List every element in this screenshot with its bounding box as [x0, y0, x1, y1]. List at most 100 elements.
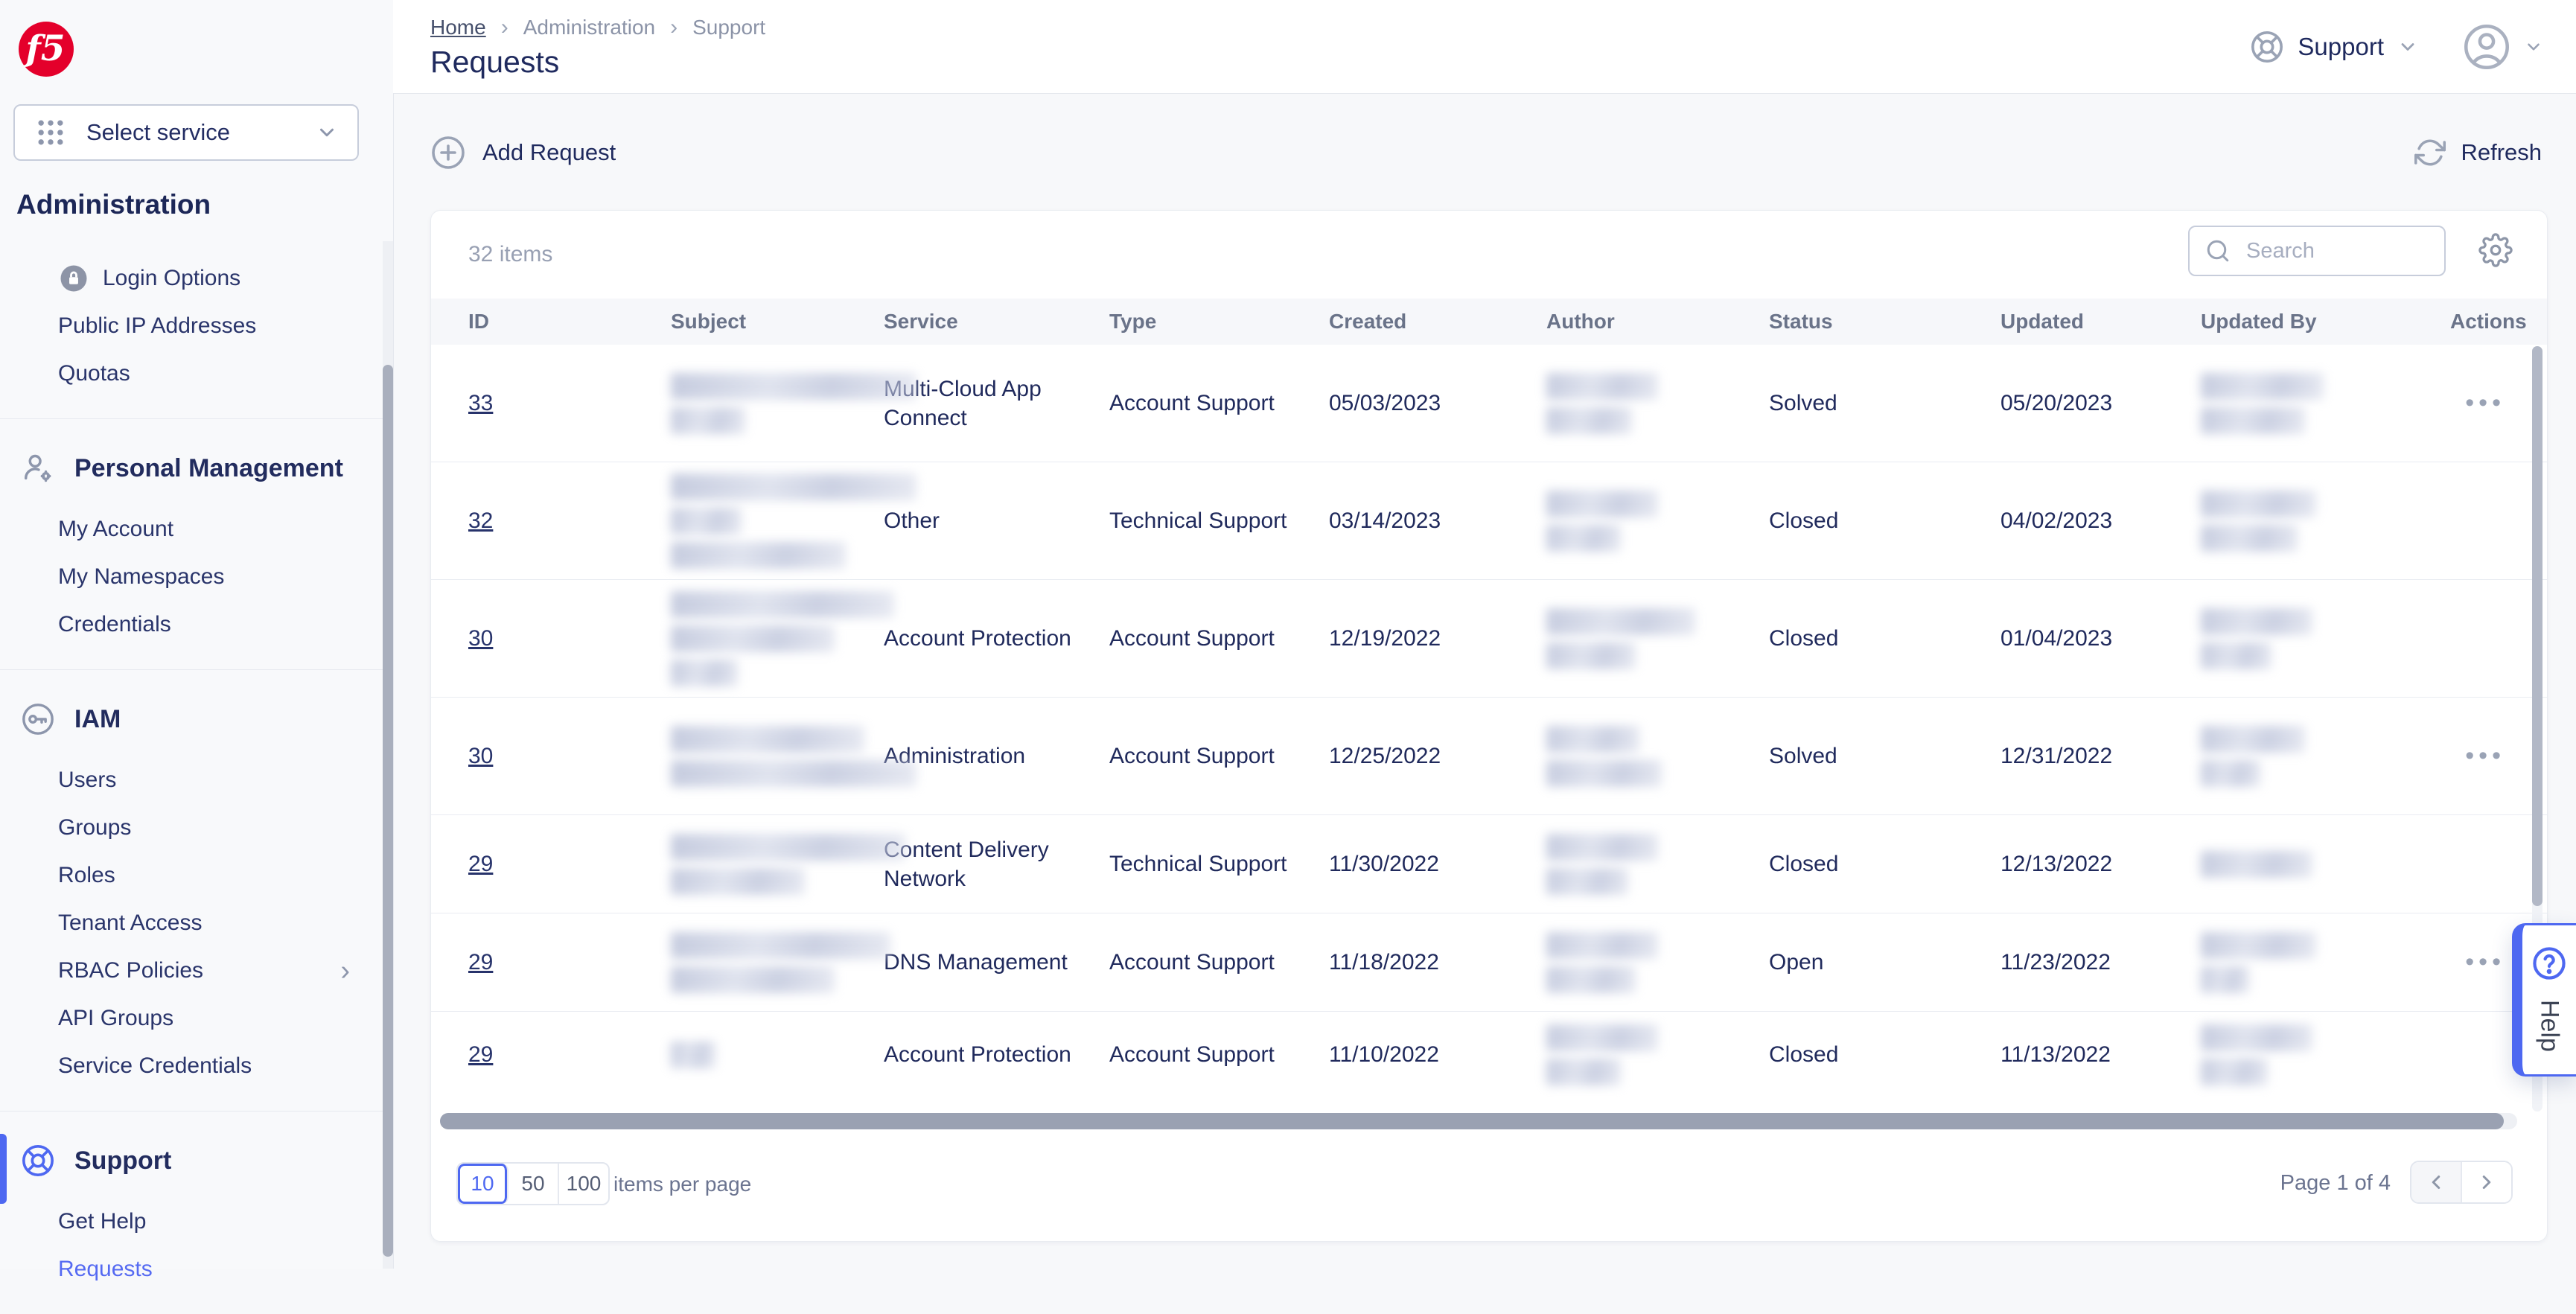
sidebar-nav: Login Options Public IP Addresses Quotas…	[0, 241, 383, 1314]
cell-updated: 12/13/2022	[2000, 852, 2113, 876]
cell-created: 12/19/2022	[1329, 626, 1441, 651]
breadcrumb-support[interactable]: Support	[692, 16, 765, 39]
cell-status: Closed	[1769, 626, 1839, 651]
cell-service: Administration	[884, 744, 1026, 768]
column-header-created[interactable]: Created	[1329, 310, 1546, 334]
sidebar-item-login-options[interactable]: Login Options	[0, 255, 383, 302]
sidebar-item-label: My Namespaces	[58, 564, 225, 589]
request-id-link[interactable]: 29	[468, 1040, 634, 1069]
sidebar-item-roles[interactable]: Roles	[0, 852, 383, 899]
table-settings-button[interactable]	[2478, 233, 2513, 267]
chevron-right-icon: ›	[340, 954, 350, 986]
column-header-updated[interactable]: Updated	[2000, 310, 2201, 334]
cell-subject-redacted	[671, 725, 916, 787]
sidebar-item-service-credentials[interactable]: Service Credentials	[0, 1042, 383, 1090]
sidebar-item-label: Service Credentials	[58, 1053, 252, 1078]
select-service-dropdown[interactable]: Select service	[13, 104, 359, 161]
column-header-status[interactable]: Status	[1769, 310, 2000, 334]
search-input[interactable]	[2245, 237, 2429, 264]
cell-service: Other	[884, 508, 940, 533]
request-id-link[interactable]: 29	[468, 849, 634, 878]
sidebar-item-get-help[interactable]: Get Help	[0, 1198, 383, 1246]
lock-icon	[58, 263, 89, 294]
nav-group-support: Support Get Help Requests	[0, 1111, 383, 1314]
lifebuoy-icon	[2250, 30, 2284, 64]
redacted-id	[493, 1040, 495, 1069]
vertical-scrollbar-thumb[interactable]	[2532, 346, 2542, 906]
horizontal-scrollbar-thumb[interactable]	[440, 1113, 2504, 1129]
column-header-service[interactable]: Service	[884, 310, 1109, 334]
next-page-button[interactable]	[2462, 1162, 2511, 1202]
support-menu-label: Support	[2298, 32, 2384, 60]
column-header-id[interactable]: ID	[468, 310, 671, 334]
page-size-50[interactable]: 50	[508, 1164, 559, 1204]
cell-type: Technical Support	[1109, 508, 1287, 533]
chevron-right-icon: ›	[500, 15, 508, 39]
page-size-100[interactable]: 100	[559, 1164, 608, 1204]
sidebar-scrollbar-thumb[interactable]	[383, 365, 393, 1257]
sidebar-item-requests[interactable]: Requests	[0, 1246, 383, 1293]
sidebar-item-credentials[interactable]: Credentials	[0, 601, 383, 648]
help-tab-button[interactable]: Help	[2512, 923, 2576, 1077]
topbar-right: Support	[2250, 0, 2543, 93]
request-id-link[interactable]: 30	[468, 741, 634, 771]
column-header-updated-by[interactable]: Updated By	[2201, 310, 2450, 334]
sidebar-item-public-ip-addresses[interactable]: Public IP Addresses	[0, 302, 383, 350]
refresh-button[interactable]: Refresh	[2414, 137, 2542, 168]
cell-author-redacted	[1546, 607, 1769, 669]
table-body: 33 Multi-Cloud App Connect Account Suppo…	[431, 345, 2547, 1097]
sidebar-item-label: Groups	[58, 815, 132, 840]
main-content: Home › Administration › Support Requests…	[393, 0, 2576, 1269]
table-header-row: ID Subject Service Type Created Author S…	[431, 299, 2547, 345]
request-id-link[interactable]: 32	[468, 506, 634, 535]
sidebar-heading-support[interactable]: Support	[0, 1131, 383, 1190]
request-id-link[interactable]: 29	[468, 948, 634, 977]
sidebar-section-title: Administration	[16, 189, 211, 220]
sidebar-item-rbac-policies[interactable]: RBAC Policies ›	[0, 947, 383, 995]
column-header-subject[interactable]: Subject	[671, 310, 884, 334]
chevron-down-icon	[2524, 37, 2543, 57]
cell-created: 11/30/2022	[1329, 852, 1439, 876]
breadcrumb-home-link[interactable]: Home	[430, 16, 486, 39]
request-id-link[interactable]: 33	[468, 389, 634, 418]
cell-service: DNS Management	[884, 950, 1068, 975]
page-size-10[interactable]: 10	[458, 1164, 508, 1204]
request-id-prefix: 33	[468, 391, 494, 415]
lifebuoy-icon	[21, 1144, 55, 1178]
previous-page-button[interactable]	[2411, 1162, 2462, 1202]
help-tab-label: Help	[2535, 1000, 2564, 1052]
sidebar-item-my-account[interactable]: My Account	[0, 505, 383, 553]
sidebar-heading-iam[interactable]: IAM	[0, 689, 383, 749]
account-menu-button[interactable]	[2463, 23, 2543, 71]
cell-subject-redacted	[671, 372, 916, 434]
support-menu-button[interactable]: Support	[2250, 30, 2418, 64]
table-row: 29 Account Protection Account Support 11…	[431, 1011, 2547, 1097]
sidebar-heading-personal-management[interactable]: Personal Management	[0, 438, 383, 498]
sidebar-item-groups[interactable]: Groups	[0, 804, 383, 852]
sidebar-item-api-groups[interactable]: API Groups	[0, 995, 383, 1042]
sidebar-item-quotas[interactable]: Quotas	[0, 350, 383, 398]
cell-updated-by-redacted	[2201, 607, 2450, 669]
sidebar-item-my-namespaces[interactable]: My Namespaces	[0, 553, 383, 601]
cell-id: 30	[468, 741, 671, 771]
cell-updated: 11/23/2022	[2000, 950, 2111, 975]
sidebar-item-tenant-access[interactable]: Tenant Access	[0, 899, 383, 947]
cell-created: 03/14/2023	[1329, 508, 1441, 533]
horizontal-scrollbar-track[interactable]	[440, 1113, 2517, 1129]
request-id-link[interactable]: 30	[468, 624, 634, 653]
sidebar-item-label: RBAC Policies	[58, 958, 204, 983]
breadcrumb-administration[interactable]: Administration	[523, 16, 655, 39]
cell-status: Open	[1769, 950, 1824, 975]
sidebar-item-users[interactable]: Users	[0, 756, 383, 804]
column-header-author[interactable]: Author	[1546, 310, 1769, 334]
sidebar-item-label: Quotas	[58, 361, 130, 386]
f5-logo: f5	[18, 21, 74, 77]
column-header-type[interactable]: Type	[1109, 310, 1329, 334]
svg-text:f5: f5	[24, 28, 66, 69]
cell-updated-by-redacted	[2201, 850, 2450, 878]
cell-updated-by-redacted	[2201, 725, 2450, 787]
sidebar-item-label: Roles	[58, 863, 115, 887]
add-request-button[interactable]: Add Request	[430, 135, 616, 170]
request-id-prefix: 30	[468, 744, 494, 768]
cell-updated: 12/31/2022	[2000, 744, 2113, 768]
